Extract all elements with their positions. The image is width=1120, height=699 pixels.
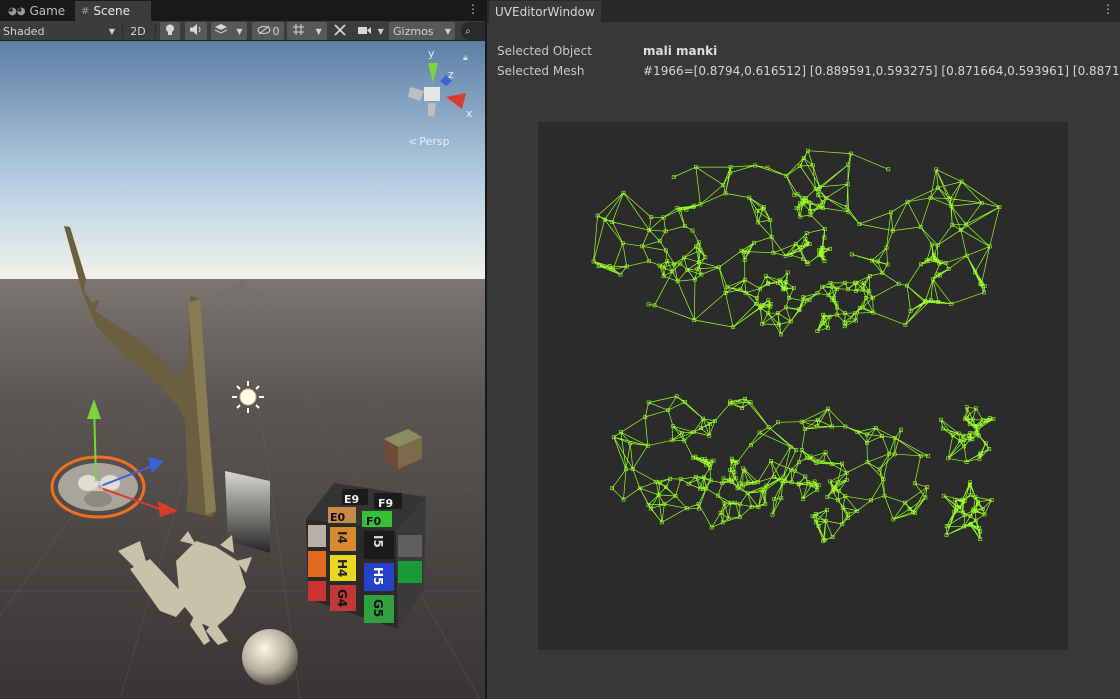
2d-toggle-button[interactable]: 2D <box>127 22 149 40</box>
eye-slash-icon <box>257 25 271 38</box>
cube-label: H5 <box>371 567 385 585</box>
unity-editor: ◕◕ Game # Scene ⋮ Shaded ▼ 2D ▼ 0 ▼ ▼ Gi… <box>0 0 1120 699</box>
gizmo-z-label: z <box>448 68 454 81</box>
projection-label: Persp <box>419 135 450 148</box>
sphere[interactable] <box>242 629 298 685</box>
selected-mesh-value: #1966=[0.8794,0.616512] [0.889591,0.5932… <box>643 64 1120 78</box>
uv-canvas[interactable] <box>538 122 1068 650</box>
audio-toggle-button[interactable] <box>185 22 207 40</box>
uv-island <box>591 148 1002 337</box>
cube-label: I5 <box>371 535 385 548</box>
chevron-down-icon: ▼ <box>108 26 115 36</box>
uv-vertex <box>886 167 891 172</box>
cube-label: I4 <box>335 531 349 544</box>
selected-mesh-label: Selected Mesh <box>497 64 585 78</box>
uv-vertex <box>671 175 676 179</box>
tools-button[interactable] <box>331 22 349 40</box>
gizmo-lock-icon[interactable]: 🔒︎ <box>463 53 468 63</box>
uv-edges <box>611 396 797 528</box>
tab-scene[interactable]: # Scene <box>75 1 151 21</box>
gizmo-y-label: y <box>428 47 435 60</box>
2d-label: 2D <box>130 24 146 38</box>
toolbar-divider <box>155 24 156 38</box>
cube-label: E9 <box>344 493 359 506</box>
cube-label: G5 <box>371 599 385 617</box>
chevron-down-icon: ▼ <box>377 26 384 36</box>
cube-label: H4 <box>335 559 349 577</box>
chevron-left-icon: < <box>408 135 418 148</box>
cube-label: E0 <box>330 511 346 524</box>
uv-island <box>941 480 994 541</box>
uv-island <box>610 394 799 530</box>
hidden-objects-toggle[interactable]: 0 <box>252 22 284 40</box>
speaker-icon <box>190 24 202 38</box>
tools-icon <box>334 23 346 39</box>
camera-icon <box>358 25 372 38</box>
hidden-count: 0 <box>272 24 280 38</box>
grid-dropdown[interactable]: ▼ <box>287 22 327 40</box>
grid-icon: # <box>81 5 90 17</box>
gamepad-icon: ◕◕ <box>8 5 26 17</box>
tab-game[interactable]: ◕◕ Game <box>2 1 71 21</box>
scene-window: ◕◕ Game # Scene ⋮ Shaded ▼ 2D ▼ 0 ▼ ▼ Gi… <box>0 0 485 699</box>
tab-uv-editor-label: UVEditorWindow <box>495 4 595 19</box>
orientation-gizmo[interactable]: y z x <box>400 47 480 123</box>
chevron-down-icon: ▼ <box>444 26 451 36</box>
tab-scene-label: Scene <box>93 4 130 18</box>
tab-game-label: Game <box>29 4 66 18</box>
grid-icon <box>292 23 305 39</box>
gizmo-x-label: x <box>466 107 473 120</box>
gizmos-label: Gizmos <box>393 24 434 38</box>
draw-mode-dropdown[interactable]: Shaded ▼ <box>3 22 117 40</box>
gizmos-dropdown[interactable]: Gizmos ▼ <box>389 22 455 40</box>
scene-tabbar: ◕◕ Game # Scene ⋮ <box>0 0 485 21</box>
search-icon: ⌕ <box>465 25 471 37</box>
scene-menu-icon[interactable]: ⋮ <box>467 2 479 16</box>
lighting-toggle-button[interactable] <box>160 22 180 40</box>
layers-icon <box>215 24 228 38</box>
toolbar-divider <box>122 24 123 38</box>
cube-label: G4 <box>335 589 349 607</box>
scene-toolbar: Shaded ▼ 2D ▼ 0 ▼ ▼ Gizmos ▼ ⌕ <box>0 21 485 41</box>
scene-search-input[interactable]: ⌕ <box>461 22 485 40</box>
uv-editor-window: UVEditorWindow ⋮ Selected Object mali ma… <box>487 0 1120 699</box>
cube-label: F0 <box>366 515 382 528</box>
selected-object-label: Selected Object <box>497 44 592 58</box>
selected-object-value: mali manki <box>643 44 718 58</box>
chevron-down-icon: ▼ <box>315 26 322 36</box>
chevron-down-icon: ▼ <box>236 26 243 36</box>
lightbulb-icon <box>165 24 175 39</box>
uv-edges <box>940 406 994 463</box>
camera-dropdown[interactable]: ▼ <box>355 22 387 40</box>
tab-uv-editor[interactable]: UVEditorWindow <box>489 1 601 22</box>
uv-editor-tabbar: UVEditorWindow ⋮ <box>487 0 1120 22</box>
uv-editor-menu-icon[interactable]: ⋮ <box>1102 2 1114 16</box>
cube-label: F9 <box>378 497 393 510</box>
uv-island <box>938 405 996 464</box>
projection-toggle[interactable]: < Persp <box>408 135 449 148</box>
scene-viewport[interactable]: E9 F9 E0 F0 I4 I5 H4 H5 G4 G5 y z x 🔒︎ <… <box>0 41 485 699</box>
draw-mode-value: Shaded <box>3 24 45 38</box>
effects-dropdown[interactable]: ▼ <box>211 22 247 40</box>
uv-wireframe <box>591 148 1002 543</box>
